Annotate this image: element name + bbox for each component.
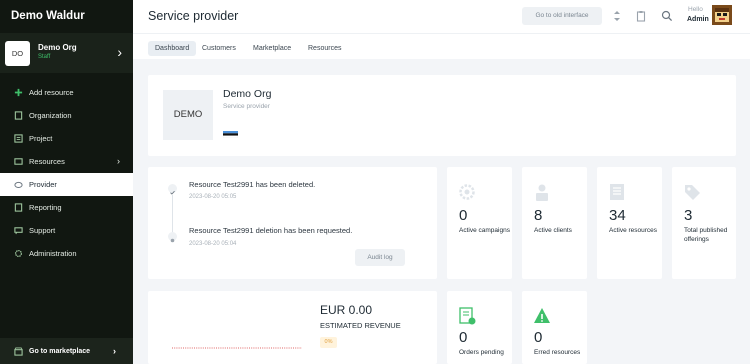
support-icon: [14, 227, 23, 235]
stat-card[interactable]: 0 Active campaigns: [447, 167, 512, 279]
org-name: Demo Org: [38, 43, 77, 52]
stat-card[interactable]: 0 Orders pending: [447, 291, 512, 364]
sidebar-item-resources[interactable]: Resources ›: [0, 150, 133, 173]
report-icon: [14, 203, 23, 212]
activity-card: Resource Test2991 has been deleted. 2023…: [148, 167, 437, 279]
sidebar-item-label: Project: [29, 134, 53, 143]
stat-card[interactable]: 0 Erred resources: [522, 291, 587, 364]
chevron-right-icon: ›: [113, 346, 116, 356]
user-name[interactable]: Admin: [687, 16, 709, 23]
brand-title: Demo Waldur: [11, 10, 85, 22]
revenue-sparkline: [172, 347, 302, 349]
org-switcher[interactable]: DO Demo Org Staff ›: [0, 33, 133, 73]
cloud-icon: [14, 181, 23, 188]
sidebar-item-administration[interactable]: Administration: [0, 242, 133, 265]
plus-icon: [14, 88, 23, 97]
stat-label: Active clients: [534, 227, 572, 234]
avatar[interactable]: [712, 5, 732, 25]
event-time: 2023-08-20 05:05: [189, 194, 237, 200]
stat-value: 8: [534, 207, 543, 224]
dot-icon: [168, 232, 177, 243]
revenue-amount: EUR 0.00: [320, 303, 373, 317]
provider-logo: DEMO: [163, 90, 213, 140]
stat-value: 0: [459, 207, 468, 224]
sidebar-item-label: Resources: [29, 157, 65, 166]
sidebar: Demo Waldur DO Demo Org Staff › Add reso…: [0, 0, 133, 364]
org-role: Staff: [38, 54, 51, 60]
user-icon: [536, 184, 548, 201]
org-avatar: DO: [5, 41, 30, 66]
stat-value: 3: [684, 207, 693, 224]
provider-subtitle: Service provider: [223, 103, 270, 110]
search-icon[interactable]: [661, 10, 673, 22]
stat-card[interactable]: 3 Total published offerings: [672, 167, 736, 279]
flag-icon: [223, 131, 238, 138]
store-icon: [14, 346, 23, 356]
greeting: Hello: [688, 6, 703, 13]
sidebar-item-label: Provider: [29, 180, 57, 189]
tab-resources[interactable]: Resources: [301, 41, 348, 56]
chevron-right-icon: ›: [117, 44, 122, 60]
sidebar-item-label: Organization: [29, 111, 72, 120]
stat-label: Total published offerings: [684, 227, 728, 243]
tag-icon: [685, 185, 700, 200]
sidebar-item-label: Support: [29, 226, 56, 235]
revenue-label: ESTIMATED REVENUE: [320, 321, 401, 330]
page-title: Service provider: [148, 9, 239, 23]
stat-label: Orders pending: [459, 349, 504, 356]
provider-name: Demo Org: [223, 88, 272, 100]
building-icon: [14, 111, 23, 120]
event-time: 2023-08-20 05:04: [189, 241, 237, 247]
provider-card: DEMO Demo Org Service provider: [148, 75, 736, 156]
event-text: Resource Test2991 has been deleted.: [189, 180, 316, 189]
sort-icon[interactable]: [611, 10, 623, 22]
resource-icon: [610, 184, 624, 200]
sidebar-item-label: Administration: [29, 249, 77, 258]
stat-card[interactable]: 8 Active clients: [522, 167, 587, 279]
tab-bar: Dashboard Customers Marketplace Resource…: [133, 33, 750, 59]
tab-marketplace[interactable]: Marketplace: [246, 41, 298, 56]
chevron-right-icon: ›: [117, 156, 120, 166]
stat-label: Active campaigns: [459, 227, 510, 234]
clipboard-icon[interactable]: [635, 10, 647, 22]
marketplace-label: Go to marketplace: [29, 347, 91, 355]
folder-icon: [14, 134, 23, 143]
campaign-icon: [459, 184, 475, 200]
stat-label: Active resources: [609, 227, 658, 234]
sidebar-item-provider[interactable]: Provider: [0, 173, 133, 196]
audit-log-button[interactable]: Audit log: [355, 249, 405, 266]
orders-icon: [459, 307, 476, 325]
go-to-marketplace-button[interactable]: Go to marketplace ›: [0, 338, 133, 364]
sidebar-item-project[interactable]: Project: [0, 127, 133, 150]
event-text: Resource Test2991 deletion has been requ…: [189, 226, 353, 235]
sidebar-item-reporting[interactable]: Reporting: [0, 196, 133, 219]
sidebar-item-support[interactable]: Support: [0, 219, 133, 242]
stat-value: 34: [609, 207, 626, 224]
old-interface-button[interactable]: Go to old interface: [522, 7, 602, 25]
stat-value: 0: [534, 329, 543, 346]
layers-icon: [14, 158, 23, 165]
sidebar-item-organization[interactable]: Organization: [0, 104, 133, 127]
sidebar-item-label: Reporting: [29, 203, 62, 212]
header: Service provider Go to old interface Hel…: [133, 0, 750, 33]
stat-value: 0: [459, 329, 468, 346]
warning-icon: [534, 308, 550, 323]
check-icon: [168, 184, 177, 195]
stat-card[interactable]: 34 Active resources: [597, 167, 662, 279]
tab-dashboard[interactable]: Dashboard: [148, 41, 197, 56]
sidebar-item-label: Add resource: [29, 88, 74, 97]
gear-icon: [14, 249, 23, 258]
tab-customers[interactable]: Customers: [195, 41, 243, 56]
revenue-card: EUR 0.00 ESTIMATED REVENUE 0%: [148, 291, 437, 364]
stat-label: Erred resources: [534, 349, 581, 356]
sidebar-nav: Add resource Organization Project Resour…: [0, 81, 133, 265]
sidebar-item-add-resource[interactable]: Add resource: [0, 81, 133, 104]
revenue-change-badge: 0%: [320, 337, 337, 348]
